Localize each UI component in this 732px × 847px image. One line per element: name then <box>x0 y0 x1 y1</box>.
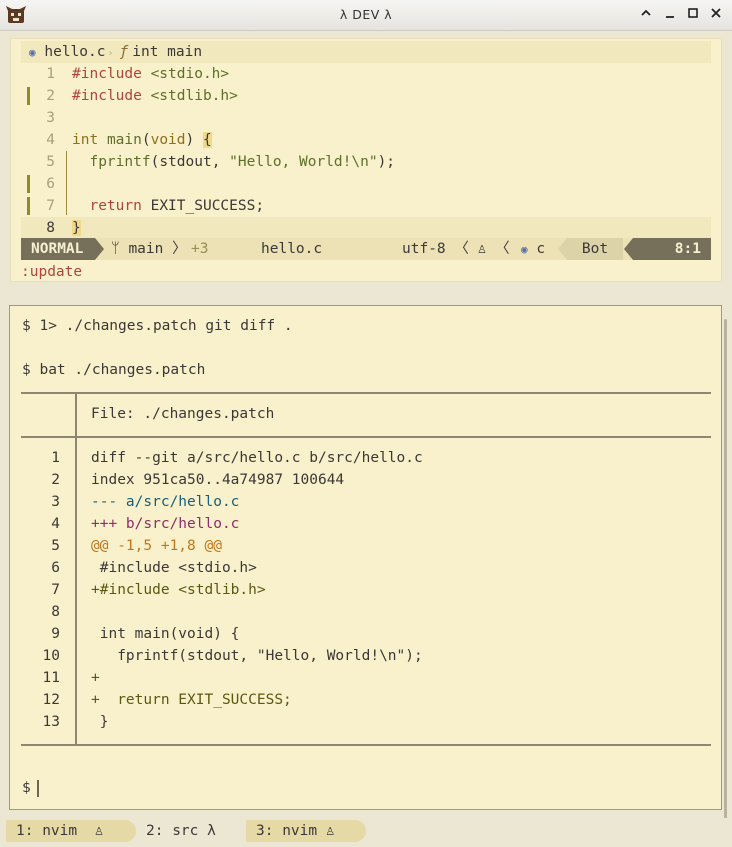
line-number: 4 <box>46 132 55 148</box>
filetype: ◉ c <box>521 238 545 260</box>
diff-line-number: 13 <box>42 714 60 730</box>
window-titlebar: λ DEV λ <box>0 0 732 31</box>
code-line[interactable]: 2 #include <stdlib.h> <box>21 85 711 107</box>
diff-line: diff --git a/src/hello.c b/src/hello.c <box>91 450 423 466</box>
diff-line: index 951ca50..4a74987 100644 <box>91 472 345 488</box>
code-text: } <box>72 220 81 236</box>
encoding-label: utf-8 <box>402 241 446 257</box>
line-number: 5 <box>46 154 55 170</box>
diff-line: + return EXIT_SUCCESS; <box>91 692 292 708</box>
code-text: fprintf(stdout, "Hello, World!\n"); <box>89 154 396 170</box>
powerline-separator <box>624 238 633 260</box>
mode-indicator: NORMAL <box>21 238 95 260</box>
diff-line-number: 3 <box>51 494 60 510</box>
shell-prompt[interactable]: $ <box>22 777 39 799</box>
text-cursor <box>36 779 39 797</box>
diff-line-number: 4 <box>51 516 60 532</box>
c-file-icon: ◉ <box>29 46 36 59</box>
bat-border-header <box>21 436 711 438</box>
window-title: λ DEV λ <box>339 7 393 22</box>
line-number: 8 <box>46 220 55 236</box>
tmux-tab-bar: 1: nvim ♙ 2: src λ 3: nvim ♙ <box>0 818 732 847</box>
line-number: 6 <box>46 176 55 192</box>
linux-icon: ♙ <box>477 241 487 257</box>
code-text: #include <stdlib.h> <box>72 88 238 104</box>
maximize-up-icon[interactable] <box>636 4 656 26</box>
diff-line: fprintf(stdout, "Hello, World!\n"); <box>91 648 423 664</box>
code-line[interactable]: 1 #include <stdio.h> <box>21 63 711 85</box>
bat-file-header: File: ./changes.patch <box>91 406 275 422</box>
chevron-right-icon: 〉 <box>172 241 187 257</box>
powerline-separator <box>95 238 104 260</box>
statusline: NORMAL ᛘ main 〉 +3 hello.c utf-8 〈 ♙ 〈 ◉… <box>21 238 711 260</box>
diff-line: +++ b/src/hello.c <box>91 516 240 532</box>
command-line[interactable]: :update <box>21 261 82 283</box>
diff-line-number: 11 <box>42 670 60 686</box>
line-number: 7 <box>46 198 55 214</box>
minimize-button[interactable] <box>660 4 680 26</box>
chevron-right-icon: › <box>107 48 114 59</box>
git-diff-count: +3 <box>191 241 209 257</box>
git-branch-icon: ᛘ <box>111 241 120 257</box>
diff-line-number: 10 <box>42 648 60 664</box>
line-number: 2 <box>46 88 55 104</box>
terminal-scrollbar[interactable] <box>724 319 727 819</box>
prompt-symbol: $ <box>22 780 31 796</box>
tab-3-nvim[interactable]: 3: nvim ♙ <box>246 820 366 842</box>
terminal-command: $ bat ./changes.patch <box>22 362 206 378</box>
diff-line: +#include <stdlib.h> <box>91 582 266 598</box>
c-file-icon: ◉ <box>521 243 528 256</box>
bat-border-bottom <box>21 744 711 746</box>
diff-line: } <box>91 714 109 730</box>
bat-gutter-border <box>75 394 77 746</box>
terminal-command: $ 1> ./changes.patch git diff . <box>22 318 293 334</box>
powerline-separator <box>558 238 567 260</box>
winbar-file: hello.c <box>44 44 106 60</box>
bat-border-top <box>21 392 711 394</box>
restore-button[interactable] <box>683 4 703 26</box>
chevron-left-icon: 〈 <box>495 241 510 257</box>
diff-line-number: 2 <box>51 472 60 488</box>
chevron-left-icon: 〈 <box>454 241 469 257</box>
code-line[interactable]: 4 int main(void) { <box>21 129 711 151</box>
diff-line-number: 1 <box>51 450 60 466</box>
diff-line-number: 6 <box>51 560 60 576</box>
indent-guide <box>66 151 67 215</box>
diff-line-number: 5 <box>51 538 60 554</box>
nvim-editor-pane[interactable]: ◉ hello.c › ƒ int main 1 #include <stdio.h> 2… <box>10 38 722 282</box>
line-number: 1 <box>46 66 55 82</box>
diff-line: int main(void) { <box>91 626 240 642</box>
diff-line-number: 12 <box>42 692 60 708</box>
tab-2-src[interactable]: 2: src λ <box>136 820 246 842</box>
function-icon: ƒ <box>119 44 129 60</box>
code-line[interactable]: 7 return EXIT_SUCCESS; <box>21 195 711 217</box>
tab-1-nvim[interactable]: 1: nvim ♙ <box>6 820 136 842</box>
close-button[interactable] <box>706 4 726 26</box>
line-number: 3 <box>46 110 55 126</box>
diff-line-number: 7 <box>51 582 60 598</box>
diff-line-number: 9 <box>51 626 60 642</box>
code-line[interactable]: 5 fprintf(stdout, "Hello, World!\n"); <box>21 151 711 173</box>
code-line[interactable]: 3 <box>21 107 711 129</box>
code-line[interactable]: 8} <box>21 217 711 239</box>
scroll-indicator: Bot <box>567 238 623 260</box>
diff-line-number: 8 <box>51 604 60 620</box>
winbar-symbol: int main <box>132 44 203 60</box>
code-text: return EXIT_SUCCESS; <box>89 198 265 214</box>
diff-line: #include <stdio.h> <box>91 560 257 576</box>
diff-line: --- a/src/hello.c <box>91 494 240 510</box>
status-filename: hello.c <box>261 241 323 257</box>
diff-line: @@ -1,5 +1,8 @@ <box>91 538 222 554</box>
code-line[interactable]: 6 <box>21 173 711 195</box>
winbar: ◉ hello.c › ƒ int main <box>21 41 711 63</box>
file-encoding: utf-8 〈 ♙ 〈 <box>402 238 510 260</box>
code-text: int main(void) { <box>72 132 212 148</box>
code-text: #include <stdio.h> <box>72 66 230 82</box>
filetype-label: c <box>536 241 546 257</box>
git-branch: ᛘ main 〉 <box>111 238 187 260</box>
cursor-position: 8:1 <box>633 238 711 260</box>
diff-line: + <box>91 670 100 686</box>
branch-name: main <box>128 241 164 257</box>
terminal-pane[interactable]: $ 1> ./changes.patch git diff . $ bat ./… <box>9 305 722 810</box>
